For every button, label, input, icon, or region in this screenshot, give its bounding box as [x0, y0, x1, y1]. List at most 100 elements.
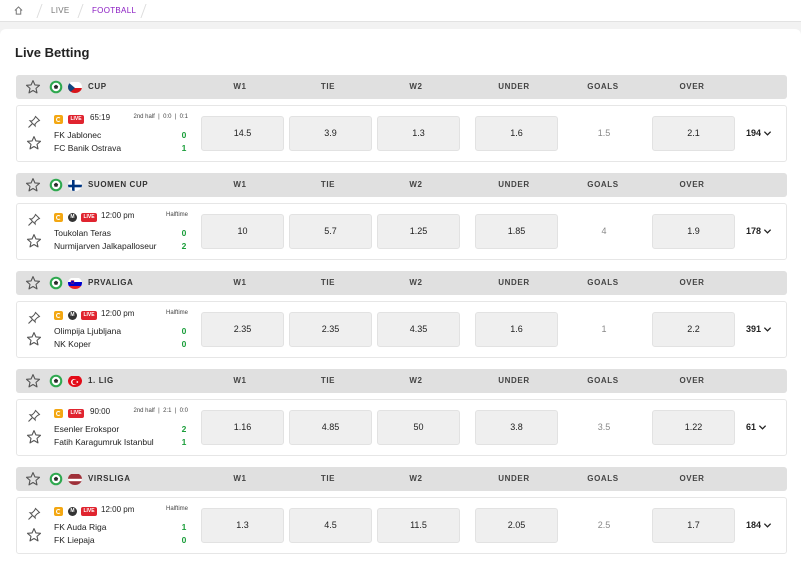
odd-under-button[interactable]: 3.8 — [475, 410, 558, 445]
column-w2: W2 — [409, 474, 423, 483]
home-team: Olimpija Ljubljana — [54, 326, 122, 336]
column-w1: W1 — [233, 82, 247, 91]
star-icon[interactable] — [25, 373, 41, 389]
pin-icon[interactable] — [27, 409, 41, 423]
league-name: VIRSLIGA — [88, 474, 131, 483]
more-markets-button[interactable]: 391 — [746, 312, 772, 347]
odd-under-button[interactable]: 1.6 — [475, 116, 558, 151]
star-icon[interactable] — [26, 331, 42, 347]
column-w1: W1 — [233, 376, 247, 385]
cashout-icon — [54, 507, 63, 516]
column-goals: GOALS — [587, 278, 619, 287]
star-icon[interactable] — [26, 233, 42, 249]
star-icon[interactable] — [25, 471, 41, 487]
live-badge: LIVE — [81, 213, 97, 222]
star-icon[interactable] — [26, 429, 42, 445]
match-status: Halftime — [165, 212, 188, 218]
star-icon[interactable] — [25, 275, 41, 291]
league-header: 1. LIG W1 TIE W2 UNDER GOALS OVER — [16, 369, 787, 393]
column-w1: W1 — [233, 474, 247, 483]
column-tie: TIE — [320, 376, 336, 385]
match-row[interactable]: LIVE 90:00 2nd half | 2:1 | 0:0 Esenler … — [16, 399, 787, 456]
odd-w1-button[interactable]: 14.5 — [201, 116, 284, 151]
match-row[interactable]: LIVE 65:19 2nd half | 0:0 | 0:1 FK Jablo… — [16, 105, 787, 162]
live-badge: LIVE — [68, 409, 84, 418]
odd-over-button[interactable]: 2.2 — [652, 312, 735, 347]
odd-over-button[interactable]: 2.1 — [652, 116, 735, 151]
odd-under-button[interactable]: 2.05 — [475, 508, 558, 543]
pin-icon[interactable] — [27, 507, 41, 521]
breadcrumb-live[interactable]: LIVE — [51, 0, 70, 22]
goals-line: 3.5 — [597, 422, 611, 432]
star-icon[interactable] — [25, 79, 41, 95]
page-title: Live Betting — [15, 45, 90, 60]
column-under: UNDER — [498, 376, 530, 385]
breadcrumb-football[interactable]: FOOTBALL — [92, 0, 136, 22]
odd-w1-button[interactable]: 10 — [201, 214, 284, 249]
home-score: 0 — [181, 228, 187, 238]
finland-flag-icon — [68, 179, 82, 191]
more-markets-count: 194 — [746, 128, 762, 138]
slovenia-flag-icon — [68, 277, 82, 289]
football-icon — [49, 472, 63, 486]
odd-tie-button[interactable]: 4.5 — [289, 508, 372, 543]
odd-over-button[interactable]: 1.22 — [652, 410, 735, 445]
odd-w2-button[interactable]: 1.3 — [377, 116, 460, 151]
odd-under-button[interactable]: 1.6 — [475, 312, 558, 347]
odd-under-button[interactable]: 1.85 — [475, 214, 558, 249]
league-name: PRVALIGA — [88, 278, 134, 287]
odd-w2-button[interactable]: 4.35 — [377, 312, 460, 347]
match-row[interactable]: M LIVE 12:00 pm Halftime Olimpija Ljublj… — [16, 301, 787, 358]
odd-over-button[interactable]: 1.9 — [652, 214, 735, 249]
pin-icon[interactable] — [27, 311, 41, 325]
more-markets-button[interactable]: 61 — [746, 410, 767, 445]
away-score: 0 — [181, 535, 187, 545]
away-score: 1 — [181, 143, 187, 153]
odd-w1-button[interactable]: 1.16 — [201, 410, 284, 445]
odd-tie-button[interactable]: 3.9 — [289, 116, 372, 151]
away-team: NK Koper — [54, 339, 91, 349]
odd-w1-button[interactable]: 2.35 — [201, 312, 284, 347]
column-tie: TIE — [320, 82, 336, 91]
match-time: 12:00 pm — [101, 505, 135, 514]
odd-over-button[interactable]: 1.7 — [652, 508, 735, 543]
column-w2: W2 — [409, 278, 423, 287]
more-markets-button[interactable]: 178 — [746, 214, 772, 249]
column-tie: TIE — [320, 474, 336, 483]
pin-icon[interactable] — [27, 213, 41, 227]
odd-w2-button[interactable]: 11.5 — [377, 508, 460, 543]
column-under: UNDER — [498, 180, 530, 189]
column-over: OVER — [679, 82, 705, 91]
stream-icon: M — [68, 213, 77, 222]
odd-tie-button[interactable]: 4.85 — [289, 410, 372, 445]
goals-line: 2.5 — [597, 520, 611, 530]
home-team: Esenler Erokspor — [54, 424, 120, 434]
czech-flag-icon — [68, 81, 82, 93]
more-markets-count: 184 — [746, 520, 762, 530]
odd-w2-button[interactable]: 50 — [377, 410, 460, 445]
star-icon[interactable] — [26, 135, 42, 151]
live-badge: LIVE — [68, 115, 84, 124]
odd-tie-button[interactable]: 5.7 — [289, 214, 372, 249]
football-icon — [49, 374, 63, 388]
more-markets-button[interactable]: 194 — [746, 116, 772, 151]
pin-icon[interactable] — [27, 115, 41, 129]
column-over: OVER — [679, 278, 705, 287]
odd-w2-button[interactable]: 1.25 — [377, 214, 460, 249]
home-icon[interactable] — [10, 0, 26, 22]
match-row[interactable]: M LIVE 12:00 pm Halftime FK Auda Riga FK… — [16, 497, 787, 554]
cashout-icon — [54, 311, 63, 320]
more-markets-count: 391 — [746, 324, 762, 334]
away-score: 2 — [181, 241, 187, 251]
home-team: Toukolan Teras — [54, 228, 112, 238]
star-icon[interactable] — [26, 527, 42, 543]
odd-tie-button[interactable]: 2.35 — [289, 312, 372, 347]
live-betting-panel: Live Betting CUP W1 TIE W2 UNDER GOALS O… — [0, 29, 801, 563]
odd-w1-button[interactable]: 1.3 — [201, 508, 284, 543]
star-icon[interactable] — [25, 177, 41, 193]
match-row[interactable]: M LIVE 12:00 pm Halftime Toukolan Teras … — [16, 203, 787, 260]
chevron-down-icon — [756, 422, 767, 432]
column-over: OVER — [679, 376, 705, 385]
breadcrumb-separator — [77, 4, 84, 18]
more-markets-button[interactable]: 184 — [746, 508, 772, 543]
